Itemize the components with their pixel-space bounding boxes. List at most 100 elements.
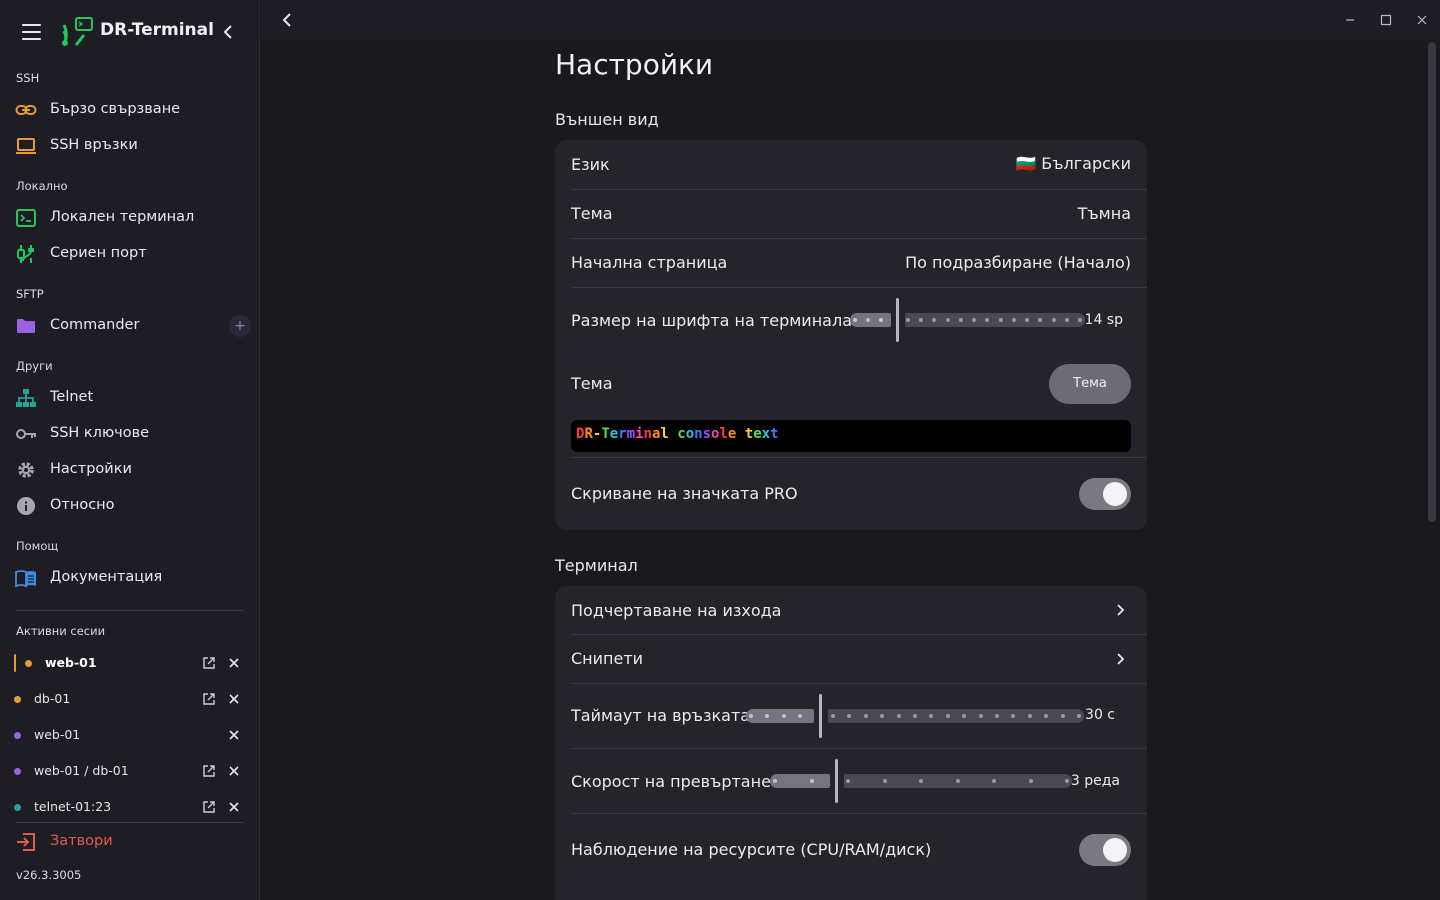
add-commander-button[interactable]: + (229, 315, 251, 337)
info-icon (17, 497, 35, 515)
resource-monitor-toggle[interactable] (1079, 834, 1131, 866)
session-status-dot (14, 768, 21, 775)
sidebar-item-label: Commander (50, 317, 140, 333)
appearance-card: Език 🇧🇬 Български Тема Тъмна Начална стр… (555, 140, 1147, 530)
font-size-value: 14 sp (1084, 312, 1123, 328)
sidebar-item-label: Документация (50, 569, 163, 585)
sidebar-item-label: Настройки (50, 461, 132, 477)
start-page-value: По подразбиране (Начало) (905, 253, 1131, 272)
snippets-row[interactable]: Снипети (571, 634, 1147, 683)
slider-active-track (746, 709, 814, 723)
section-title-others: Други (16, 359, 53, 373)
slider-tick (749, 714, 753, 718)
open-external-icon[interactable] (202, 764, 216, 778)
slider-tick (1077, 714, 1081, 718)
slider-tick (919, 779, 923, 783)
slider-tick (1065, 779, 1069, 783)
session-item[interactable]: web-01 (0, 717, 260, 753)
close-session-icon[interactable] (228, 801, 240, 813)
open-external-icon[interactable] (202, 656, 216, 670)
sidebar-item-serial-port[interactable]: Сериен порт (0, 236, 260, 272)
section-title-ssh: SSH (16, 71, 40, 85)
font-size-slider[interactable] (850, 298, 1085, 342)
section-title-local: Локално (16, 179, 68, 193)
sidebar-item-label: Сериен порт (50, 245, 147, 261)
console-preview: DR-Terminal console text (571, 420, 1131, 452)
serial-port-icon (17, 245, 34, 263)
slider-tick (773, 779, 777, 783)
sidebar-item-telnet[interactable]: Telnet (0, 380, 260, 416)
slider-tick (882, 779, 887, 783)
console-theme-button[interactable]: Тема (1049, 364, 1131, 404)
sidebar-item-label: Бързо свързване (50, 101, 181, 117)
scroll-speed-slider[interactable] (770, 759, 1072, 803)
slider-tick (846, 779, 850, 783)
session-item[interactable]: web-01 / db-01 (0, 753, 260, 789)
toggle-knob (1103, 482, 1127, 506)
back-arrow-icon[interactable] (277, 10, 297, 30)
timeout-slider[interactable] (746, 694, 1084, 738)
language-row[interactable]: Език 🇧🇬 Български (571, 140, 1147, 189)
sidebar-item-ssh-keys[interactable]: SSH ключове (0, 416, 260, 452)
close-session-icon[interactable] (228, 657, 240, 669)
hide-pro-row: Скриване на значката PRO (571, 457, 1147, 530)
close-session-icon[interactable] (228, 729, 240, 741)
sidebar-item-settings[interactable]: Настройки (0, 452, 260, 488)
session-name: web-01 (45, 655, 97, 670)
scroll-speed-label: Скорост на превъртане (571, 772, 771, 791)
close-window-icon[interactable] (1414, 12, 1430, 28)
session-name: web-01 (34, 727, 81, 742)
slider-tick (913, 714, 917, 718)
slider-thumb[interactable] (819, 694, 822, 738)
slider-tick (781, 714, 786, 718)
session-item[interactable]: db-01 (0, 681, 260, 717)
maximize-icon[interactable] (1378, 12, 1394, 28)
slider-tick (992, 779, 996, 783)
collapse-sidebar-icon[interactable] (218, 22, 238, 42)
open-external-icon[interactable] (202, 800, 216, 814)
scrollbar-thumb[interactable] (1428, 42, 1436, 522)
folder-icon (17, 319, 35, 333)
close-session-icon[interactable] (228, 765, 240, 777)
snippets-label: Снипети (571, 649, 644, 668)
sidebar-item-ssh-connections[interactable]: SSH връзки (0, 128, 260, 164)
font-size-label: Размер на шрифта на терминала (571, 311, 852, 330)
hide-pro-toggle[interactable] (1079, 478, 1131, 510)
section-title-sftp: SFTP (16, 287, 44, 301)
theme-row[interactable]: Тема Тъмна (571, 189, 1147, 238)
session-status-dot (14, 804, 21, 811)
slider-tick (905, 318, 910, 322)
highlight-row[interactable]: Подчертаване на изхода (571, 586, 1147, 634)
close-app-button[interactable]: Затвори (0, 824, 260, 860)
slider-tick (995, 714, 999, 718)
slider-tick (1027, 714, 1032, 718)
sidebar: DR-Terminal SSH Бързо свързване SSH връз… (0, 0, 260, 900)
close-session-icon[interactable] (228, 693, 240, 705)
slider-thumb[interactable] (835, 759, 838, 803)
slider-thumb[interactable] (896, 298, 899, 342)
session-item[interactable]: web-01 (0, 645, 260, 681)
slider-tick (1011, 318, 1016, 322)
sidebar-item-local-terminal[interactable]: Локален терминал (0, 200, 260, 236)
slider-tick (809, 779, 814, 783)
sidebar-item-label: SSH връзки (50, 137, 138, 153)
language-label: Език (571, 155, 610, 174)
start-page-label: Начална страница (571, 253, 728, 272)
console-theme-row: Тема Тема (571, 352, 1147, 416)
sidebar-item-quick-connect[interactable]: Бързо свързване (0, 92, 260, 128)
slider-tick (1028, 779, 1033, 783)
slider-tick (896, 714, 901, 718)
start-page-row[interactable]: Начална страница По подразбиране (Начало… (571, 238, 1147, 287)
session-item[interactable]: telnet-01:23 (0, 789, 260, 825)
open-external-icon[interactable] (202, 692, 216, 706)
menu-icon[interactable] (22, 24, 41, 40)
session-name: telnet-01:23 (34, 799, 112, 814)
sidebar-item-documentation[interactable]: Документация (0, 560, 260, 596)
sidebar-item-about[interactable]: Относно (0, 488, 260, 524)
slider-tick (1064, 318, 1069, 322)
sidebar-item-label: Telnet (50, 389, 94, 405)
minimize-icon[interactable] (1342, 12, 1358, 28)
sidebar-item-commander[interactable]: Commander + (0, 308, 260, 344)
slider-tick (958, 318, 963, 322)
slider-tick (1078, 318, 1082, 322)
